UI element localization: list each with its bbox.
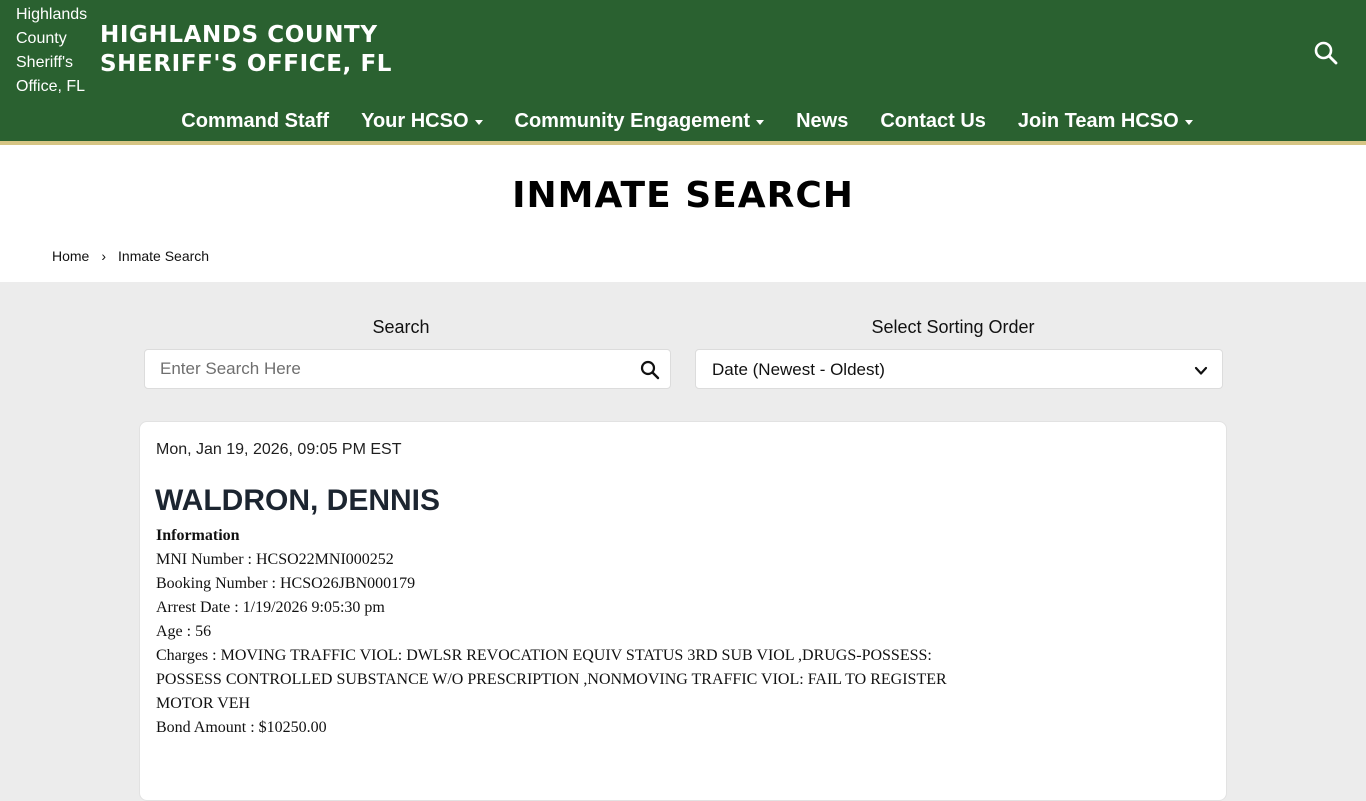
arrest-date: Arrest Date : 1/19/2026 9:05:30 pm — [156, 599, 385, 616]
charges-line-2: POSSESS CONTROLLED SUBSTANCE W/O PRESCRI… — [156, 671, 947, 688]
caret-down-icon — [1184, 119, 1193, 125]
sort-label: Select Sorting Order — [871, 317, 1035, 337]
sort-order-value: Date (Newest - Oldest) — [712, 360, 885, 379]
search-icon[interactable] — [1313, 40, 1339, 66]
site-title-line2: SHERIFF'S OFFICE, FL — [100, 51, 393, 77]
nav-item-contact-us[interactable]: Contact Us — [864, 104, 1002, 138]
nav-item-join-team-hcso[interactable]: Join Team HCSO — [1002, 104, 1209, 138]
nav-item-label: Contact Us — [880, 110, 986, 132]
breadcrumb: Home › Inmate Search — [52, 248, 209, 264]
page-title-band: INMATE SEARCH Home › Inmate Search — [0, 145, 1366, 282]
chevron-down-icon — [1194, 364, 1208, 376]
search-label: Search — [372, 317, 430, 337]
page-title: INMATE SEARCH — [512, 175, 854, 216]
breadcrumb-home-link[interactable]: Home — [52, 248, 89, 264]
site-logo[interactable]: Highlands County Sheriff's Office, FL — [16, 3, 92, 99]
sort-order-select[interactable]: Date (Newest - Oldest) — [695, 349, 1223, 389]
search-input[interactable] — [145, 350, 625, 388]
record-timestamp: Mon, Jan 19, 2026, 09:05 PM EST — [156, 441, 402, 458]
inmate-name: WALDRON, DENNIS — [155, 484, 440, 517]
main-nav: Command Staff Your HCSO Community Engage… — [0, 104, 1366, 138]
site-title-line1: HIGHLANDS COUNTY — [100, 22, 378, 48]
caret-down-icon — [756, 119, 765, 125]
inmate-information: Information MNI Number : HCSO22MNI000252… — [156, 524, 956, 740]
site-title[interactable]: HIGHLANDS COUNTY SHERIFF'S OFFICE, FL — [100, 21, 392, 79]
booking-number: Booking Number : HCSO26JBN000179 — [156, 575, 416, 592]
search-submit-icon[interactable] — [640, 360, 660, 380]
nav-item-label: Community Engagement — [514, 110, 751, 132]
nav-item-your-hcso[interactable]: Your HCSO — [345, 104, 498, 138]
breadcrumb-separator-icon: › — [101, 248, 107, 264]
nav-item-label: Command Staff — [181, 110, 330, 132]
charges-line-3: MOTOR VEH — [156, 695, 251, 712]
information-heading: Information — [156, 527, 240, 544]
nav-item-command-staff[interactable]: Command Staff — [165, 104, 345, 138]
search-field — [144, 349, 671, 389]
nav-item-label: Your HCSO — [361, 110, 469, 132]
bond-amount: Bond Amount : $10250.00 — [156, 719, 327, 736]
nav-item-label: Join Team HCSO — [1017, 110, 1179, 132]
age: Age : 56 — [156, 623, 212, 640]
charges-line-1: Charges : MOVING TRAFFIC VIOL: DWLSR REV… — [156, 647, 932, 664]
inmate-record-card: Mon, Jan 19, 2026, 09:05 PM EST WALDRON,… — [139, 421, 1227, 801]
nav-item-community-engagement[interactable]: Community Engagement — [499, 104, 781, 138]
nav-item-label: News — [796, 110, 849, 132]
site-header: Highlands County Sheriff's Office, FL HI… — [0, 0, 1366, 145]
nav-item-news[interactable]: News — [780, 104, 864, 138]
mni-number: MNI Number : HCSO22MNI000252 — [156, 551, 394, 568]
logo-alt-text: Highlands County Sheriff's Office, FL — [16, 6, 88, 95]
breadcrumb-current: Inmate Search — [118, 248, 210, 264]
caret-down-icon — [474, 119, 483, 125]
